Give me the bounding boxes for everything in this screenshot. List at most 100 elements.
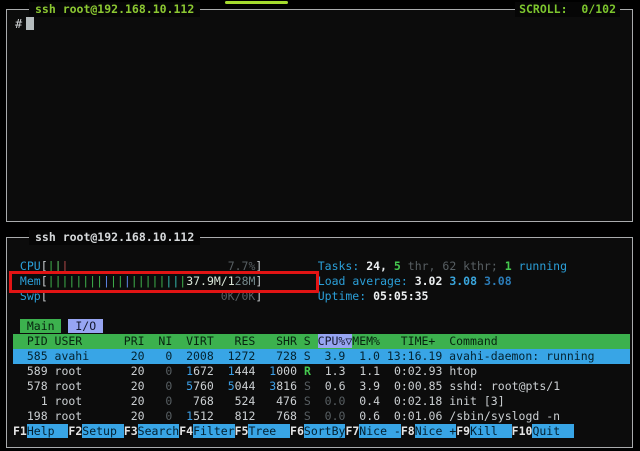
- scroll-indicator: SCROLL: 0/102: [515, 2, 620, 17]
- swp-meter-line: Swp[ 0K/0K] Uptime: 05:05:35: [13, 289, 630, 304]
- pane-top-ssh[interactable]: ssh root@192.168.10.112 SCROLL: 0/102 #: [6, 9, 633, 222]
- cpu-meter-line-seg: [262, 259, 317, 273]
- process-row-578-seg: [214, 379, 228, 393]
- process-row-1[interactable]: 1 root 20 0 768 524 476 S 0.0 0.4 0:02.1…: [13, 394, 630, 409]
- process-row-198-seg: [172, 409, 186, 423]
- function-key-bar: F1Help F2Setup F3SearchF4FilterF5Tree F6…: [13, 424, 630, 439]
- mem-meter-line-seg: Load average:: [318, 274, 415, 288]
- fkey-tree[interactable]: Tree: [248, 424, 290, 438]
- process-row-198-seg: 0: [145, 409, 173, 423]
- process-row-589-seg: [214, 364, 228, 378]
- mem-meter-line-seg: 37.9M/1: [186, 274, 234, 288]
- function-key-bar-seg: F2: [68, 424, 82, 438]
- shell-prompt-line[interactable]: #: [15, 17, 34, 32]
- process-row-198-seg: 198 root 20: [13, 409, 145, 423]
- cpu-meter-line-seg: Tasks:: [318, 259, 366, 273]
- mem-meter-line-seg: [262, 274, 317, 288]
- fkey-quit[interactable]: Quit: [532, 424, 574, 438]
- process-row-578-seg: [255, 379, 269, 393]
- fkey-nice-[interactable]: Nice -: [359, 424, 401, 438]
- process-row-589-seg: R: [304, 364, 311, 378]
- process-row-589-seg: 000: [276, 364, 297, 378]
- function-key-bar-seg: F4: [179, 424, 193, 438]
- fkey-search[interactable]: Search: [138, 424, 180, 438]
- function-key-bar-seg: F7: [345, 424, 359, 438]
- swp-meter-line-seg: [262, 289, 317, 303]
- function-key-bar-seg: F3: [124, 424, 138, 438]
- process-row-589-seg: 589 root 20: [13, 364, 145, 378]
- process-row-198-seg: [297, 409, 304, 423]
- overlay-progress-line: [225, 1, 288, 4]
- process-row-589-seg: 1: [228, 364, 235, 378]
- top-pane-title: ssh root@192.168.10.112: [29, 2, 200, 17]
- process-row-589-seg: [172, 364, 186, 378]
- pane-bottom-ssh[interactable]: ssh root@192.168.10.112 CPU[||| 7.7%] Ta…: [6, 237, 633, 448]
- cpu-meter-line-seg: 62 kthr;: [442, 259, 504, 273]
- cpu-meter-line-seg: |: [48, 259, 55, 273]
- process-row-585[interactable]: 585 avahi 20 0 2008 1272 728 S 3.9 1.0 1…: [13, 349, 630, 364]
- process-row-1-seg: 768 524 476: [172, 394, 297, 408]
- cpu-meter-line-seg: CPU: [13, 259, 41, 273]
- process-row-198[interactable]: 198 root 20 0 1512 812 768 S 0.0 0.6 0:0…: [13, 409, 630, 424]
- swp-meter-line-seg: Swp: [13, 289, 41, 303]
- cpu-meter-line-seg: 5: [394, 259, 401, 273]
- process-row-1-seg: 0.0: [325, 394, 346, 408]
- cpu-meter-line-seg: 7.7%: [228, 259, 256, 273]
- bottom-pane-title: ssh root@192.168.10.112: [29, 230, 200, 245]
- process-row-589-seg: 1.3 1.1 0:02.93 htop: [311, 364, 477, 378]
- swp-meter-line-seg: 0K/0K: [221, 289, 256, 303]
- function-key-bar-seg: F8: [401, 424, 415, 438]
- process-row-578-seg: 5: [228, 379, 235, 393]
- process-row-578-seg: 0.6 3.9 0:00.85 sshd: root@pts/1: [311, 379, 560, 393]
- process-row-1-seg: 0.4 0:02.18 init [3]: [345, 394, 504, 408]
- fkey-setup[interactable]: Setup: [82, 424, 124, 438]
- tab-bar-seg: [13, 319, 20, 333]
- fkey-sortby[interactable]: SortBy: [304, 424, 346, 438]
- tab-main[interactable]: Main: [20, 319, 62, 333]
- process-row-578-seg: 816: [276, 379, 297, 393]
- prompt-char: #: [15, 17, 22, 31]
- mem-meter-line-seg: ||: [110, 274, 124, 288]
- mem-meter-line-seg: 3.08: [484, 274, 512, 288]
- process-row-578-seg: 0: [145, 379, 173, 393]
- cpu-meter-line-seg: [68, 259, 227, 273]
- process-row-589-seg: [297, 364, 304, 378]
- swp-meter-line-seg: Uptime:: [318, 289, 373, 303]
- process-row-198-seg: [311, 409, 325, 423]
- process-row-589-seg: [255, 364, 269, 378]
- process-row-1-seg: S: [304, 394, 311, 408]
- swp-meter-line-seg: 05:05:35: [373, 289, 428, 303]
- fkey-help[interactable]: Help: [27, 424, 69, 438]
- swp-meter-line-seg: [: [41, 289, 48, 303]
- function-key-bar-seg: F9: [456, 424, 470, 438]
- mem-meter-line-seg: 3.08: [449, 274, 484, 288]
- mem-meter-line-seg: [: [41, 274, 48, 288]
- cpu-meter-line-seg: running: [512, 259, 567, 273]
- process-row-578-seg: [297, 379, 304, 393]
- process-row-578-seg: 044: [235, 379, 256, 393]
- process-row-589[interactable]: 589 root 20 0 1672 1444 1000 R 1.3 1.1 0…: [13, 364, 630, 379]
- process-row-578-seg: 760: [193, 379, 214, 393]
- function-key-bar-seg: F1: [13, 424, 27, 438]
- process-row-198-seg: 0.6 0:01.06 /sbin/syslogd -n: [345, 409, 560, 423]
- fkey-nice-[interactable]: Nice +: [415, 424, 457, 438]
- cpu-meter-line-seg: thr,: [401, 259, 443, 273]
- tab-io[interactable]: I/O: [68, 319, 103, 333]
- function-key-bar-seg: F5: [235, 424, 249, 438]
- process-row-578-seg: S: [304, 379, 311, 393]
- process-row-585-seg: 585 avahi 20 0 2008 1272 728 S 3.9 1.0 1…: [13, 349, 595, 363]
- blank-line-2-seg: [13, 304, 20, 318]
- mem-meter-line-seg: |||||: [131, 274, 166, 288]
- mem-meter-line-seg: |: [103, 274, 110, 288]
- process-row-578[interactable]: 578 root 20 0 5760 5044 3816 S 0.6 3.9 0…: [13, 379, 630, 394]
- process-row-198-seg: 512: [193, 409, 214, 423]
- process-row-1-seg: [311, 394, 325, 408]
- fkey-kill[interactable]: Kill: [470, 424, 512, 438]
- function-key-bar-seg: F10: [512, 424, 533, 438]
- sort-column-cpu[interactable]: CPU%▽: [318, 334, 353, 348]
- blank-line-2: [13, 304, 630, 319]
- table-header[interactable]: PID USER PRI NI VIRT RES SHR S CPU%▽MEM%…: [13, 334, 630, 349]
- fkey-filter[interactable]: Filter: [193, 424, 235, 438]
- cpu-meter-line-seg: |: [55, 259, 62, 273]
- screen: { "colors": { "pane_border": "#a9abad", …: [0, 0, 640, 451]
